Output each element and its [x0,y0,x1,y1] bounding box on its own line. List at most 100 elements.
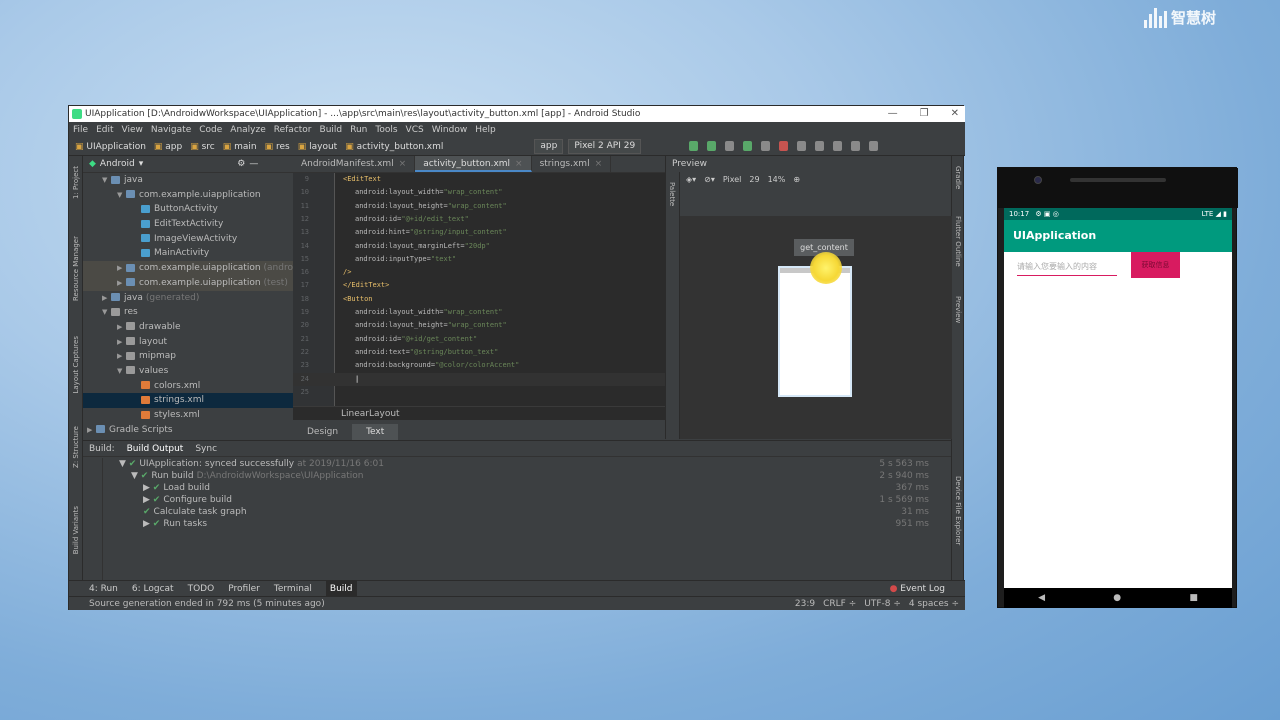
bottom-tab-profiler[interactable]: Profiler [228,581,260,596]
tree-arrow-icon[interactable]: ▶ [117,261,126,276]
home-button[interactable]: ● [1113,593,1121,603]
recents-button[interactable]: ■ [1189,593,1198,603]
tree-item[interactable]: MainActivity [83,246,293,261]
breadcrumb-item[interactable]: src [190,142,215,152]
editor-tab[interactable]: strings.xml × [532,156,612,172]
menu-item-run[interactable]: Run [350,122,367,138]
project-view-select[interactable]: Android [100,159,135,169]
left-strip-tab[interactable]: Resource Manager [72,236,80,301]
tree-item[interactable]: strings.xml [83,393,293,408]
menu-item-build[interactable]: Build [320,122,343,138]
tree-item[interactable]: ▼ res [83,305,293,320]
bottom-tab-terminal[interactable]: Terminal [274,581,312,596]
tree-item[interactable]: ▶ com.example.uiapplication (test) [83,275,293,291]
bottom-tab-logcat[interactable]: 6: Logcat [132,581,174,596]
left-strip-tab[interactable]: 1: Project [72,166,80,199]
breadcrumb-item[interactable]: layout [298,142,337,152]
bottom-tab-build[interactable]: Build [325,581,357,596]
build-row[interactable]: ▶ ✔ Configure build 1 s 569 ms [83,494,951,506]
tree-item[interactable]: ▼ com.example.uiapplication [83,188,293,203]
tree-item[interactable]: ▶ com.example.uiapplication(androidTest) [83,261,293,276]
tree-arrow-icon[interactable]: ▶ [117,349,126,364]
tree-item[interactable]: ButtonActivity [83,202,293,217]
right-strip-tab[interactable]: Device File Explorer [954,476,962,545]
bottom-tab-run[interactable]: 4: Run [89,581,118,596]
left-strip-tab[interactable]: Build Variants [72,506,80,554]
tree-arrow-icon[interactable]: ▼ [102,173,111,188]
sdk-manager-icon[interactable] [833,141,842,151]
tree-item[interactable]: ▶ layout [83,335,293,350]
tree-item[interactable]: styles.xml [83,408,293,423]
design-tab-design[interactable]: Design [293,424,352,440]
tree-item[interactable]: ▶ mipmap [83,349,293,364]
menu-item-file[interactable]: File [73,122,88,138]
preview-device-select[interactable]: Pixel [723,175,742,184]
tree-item[interactable]: ▼ java [83,173,293,188]
tree-item[interactable]: ▶ drawable [83,320,293,335]
run-icon[interactable] [689,141,698,151]
code-editor[interactable]: 9 <EditText 10 android:layout_width="wrap_c… [293,173,665,406]
zoom-in-icon[interactable]: ⊕ [793,175,800,184]
menu-item-window[interactable]: Window [432,122,468,138]
breadcrumb-item[interactable]: app [154,142,182,152]
run-config-select[interactable]: app [534,139,564,154]
right-strip-tab[interactable]: Flutter Outline [954,216,962,267]
tree-item[interactable]: colors.xml [83,379,293,394]
breadcrumb-item[interactable]: activity_button.xml [345,142,444,152]
tree-arrow-icon[interactable]: ▼ [131,471,141,481]
gear-icon[interactable]: ⚙ [237,159,245,169]
tree-arrow-icon[interactable]: ▶ [102,291,111,306]
preview-api-select[interactable]: 29 [749,175,759,184]
tree-item[interactable]: ▶ Gradle Scripts [83,423,293,438]
menu-item-analyze[interactable]: Analyze [230,122,265,138]
tree-arrow-icon[interactable]: ▶ [143,483,153,493]
status-item[interactable]: CRLF ÷ [823,597,856,611]
breadcrumb-item[interactable]: UIApplication [75,142,146,152]
back-button[interactable]: ◀ [1038,593,1045,603]
menu-item-view[interactable]: View [122,122,143,138]
build-row[interactable]: ✔ Calculate task graph 31 ms [83,506,951,518]
left-strip-tab[interactable]: Z: Structure [72,426,80,468]
tree-item[interactable]: EditTextActivity [83,217,293,232]
build-tab[interactable]: Build: [89,441,115,456]
left-strip-tab[interactable]: Layout Captures [72,336,80,394]
avd-manager-icon[interactable] [815,141,824,151]
apply-changes-icon[interactable] [707,141,716,151]
device-select[interactable]: Pixel 2 API 29 [568,139,642,154]
right-strip-tab[interactable]: Gradle [954,166,962,189]
build-row[interactable]: ▼ ✔ Run build D:\AndroidwWorkspace\UIAppli… [83,470,951,482]
content-input[interactable]: 请输入您要输入的内容 [1017,258,1117,276]
editor-tab[interactable]: AndroidManifest.xml × [293,156,416,172]
debug-icon[interactable] [725,141,734,151]
close-button[interactable]: ✕ [951,106,959,122]
close-tab-icon[interactable]: × [399,159,407,169]
tree-arrow-icon[interactable]: ▶ [143,495,153,505]
menu-item-edit[interactable]: Edit [96,122,113,138]
menu-item-tools[interactable]: Tools [375,122,397,138]
restore-button[interactable]: ❐ [920,106,929,122]
design-surface-icon[interactable]: ◈▾ [686,175,696,184]
search-icon[interactable] [869,141,878,151]
close-tab-icon[interactable]: × [515,159,523,169]
orientation-icon[interactable]: ⊘▾ [704,175,715,184]
menu-item-vcs[interactable]: VCS [406,122,424,138]
tree-arrow-icon[interactable]: ▼ [102,305,111,320]
attach-icon[interactable] [761,141,770,151]
status-item[interactable]: UTF-8 ÷ [864,597,901,611]
tree-arrow-icon[interactable]: ▶ [143,519,153,529]
tree-arrow-icon[interactable]: ▶ [117,335,126,350]
build-tab[interactable]: Sync [195,441,217,456]
event-log-button[interactable]: Event Log [890,581,945,597]
editor-tab[interactable]: activity_button.xml × [415,156,532,172]
get-info-button[interactable]: 获取信息 [1131,252,1180,278]
menu-item-help[interactable]: Help [475,122,496,138]
profile-icon[interactable] [743,141,752,151]
tree-arrow-icon[interactable]: ▶ [117,320,126,335]
build-row[interactable]: ▶ ✔ Load build 367 ms [83,482,951,494]
status-item[interactable]: 23:9 [795,597,815,611]
tree-arrow-icon[interactable]: ▼ [117,188,126,203]
tree-item[interactable]: ImageViewActivity [83,232,293,247]
bottom-tab-todo[interactable]: TODO [188,581,215,596]
tree-item[interactable]: ▶ java (generated) [83,291,293,306]
tree-arrow-icon[interactable]: ▶ [87,423,96,438]
